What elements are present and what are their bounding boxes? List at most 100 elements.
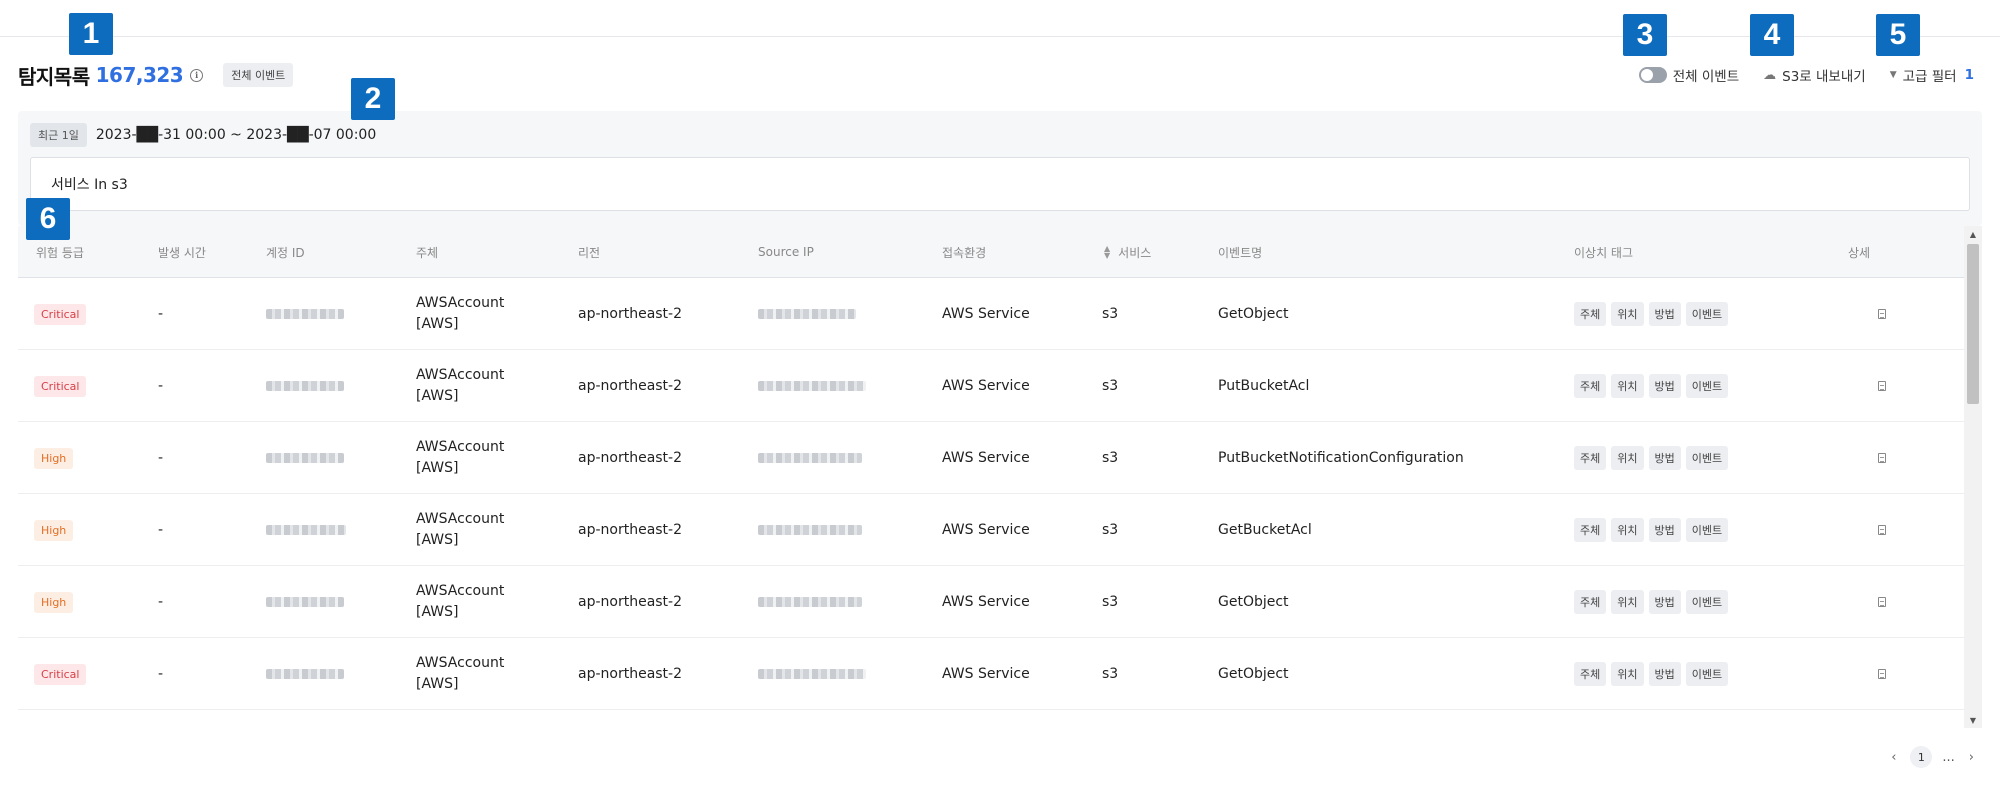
info-icon[interactable]: i	[190, 68, 204, 82]
document-icon[interactable]	[1878, 525, 1886, 535]
account-id-redacted	[266, 597, 344, 607]
table-row[interactable]: High - AWSAccount [AWS] ap-northeast-2 AWS Se…	[18, 566, 1964, 638]
table-row[interactable]: Critical - AWSAccount [AWS] ap-northeast-2 AW…	[18, 350, 1964, 422]
region: ap-northeast-2	[578, 306, 683, 322]
toggle-switch[interactable]	[1638, 67, 1667, 83]
col-account-id[interactable]: 계정 ID	[266, 226, 305, 278]
anomaly-tag[interactable]: 위치	[1611, 374, 1644, 398]
all-events-toggle-label: 전체 이벤트	[1672, 69, 1740, 85]
event-name[interactable]: GetObject	[1218, 638, 1289, 710]
region: ap-northeast-2	[578, 666, 683, 682]
source-ip-redacted	[758, 525, 862, 535]
anomaly-tags: 주체 위치 방법 이벤트	[1574, 350, 1729, 422]
table-row[interactable]: Critical - AWSAccount [AWS] ap-northeast-2 AW…	[18, 278, 1964, 350]
anomaly-tag[interactable]: 주체	[1574, 662, 1607, 686]
callout-6: 6	[26, 198, 70, 240]
document-icon[interactable]	[1878, 381, 1886, 391]
anomaly-tag[interactable]: 이벤트	[1685, 590, 1729, 614]
sort-icon[interactable]: ▲ ▼	[1104, 245, 1110, 260]
subject-name: AWSAccount	[416, 583, 505, 599]
advanced-filter-button[interactable]: ▼ 고급 필터 1	[1890, 65, 1974, 85]
all-events-toggle[interactable]: 전체 이벤트	[1638, 65, 1740, 85]
anomaly-tag[interactable]: 이벤트	[1685, 662, 1729, 686]
document-icon[interactable]	[1878, 309, 1886, 319]
service: s3	[1102, 450, 1119, 466]
anomaly-tag[interactable]: 위치	[1611, 446, 1644, 470]
anomaly-tag[interactable]: 방법	[1648, 662, 1681, 686]
scroll-thumb[interactable]	[1967, 244, 1979, 404]
subject-cell: AWSAccount [AWS]	[416, 350, 504, 422]
scroll-up-icon[interactable]: ▲	[1964, 226, 1982, 242]
event-name[interactable]: PutBucketNotificationConfiguration	[1218, 422, 1464, 494]
col-source-ip[interactable]: Source IP	[758, 226, 814, 278]
date-range[interactable]: 최근 1일 2023-██-31 00:00 ~ 2023-██-07 00:0…	[30, 123, 376, 147]
subject-name: AWSAccount	[416, 367, 505, 383]
account-id-redacted	[266, 381, 344, 391]
col-service: 서비스	[1118, 245, 1152, 260]
prev-page-icon[interactable]: ‹	[1887, 750, 1900, 765]
export-s3-button[interactable]: ☁ S3로 내보내기	[1763, 65, 1866, 86]
event-name[interactable]: GetObject	[1218, 566, 1289, 638]
page-1[interactable]: 1	[1910, 746, 1933, 768]
anomaly-tag[interactable]: 방법	[1648, 374, 1681, 398]
anomaly-tag[interactable]: 이벤트	[1685, 518, 1729, 542]
table-row[interactable]: High - AWSAccount [AWS] ap-northeast-2 AWS Se…	[18, 494, 1964, 566]
col-time[interactable]: 발생 시간	[158, 226, 206, 278]
col-service-sort[interactable]: ▲ ▼ 서비스	[1104, 226, 1151, 278]
filter-panel: 최근 1일 2023-██-31 00:00 ~ 2023-██-07 00:0…	[18, 111, 1982, 226]
col-environment[interactable]: 접속환경	[942, 226, 986, 278]
anomaly-tag[interactable]: 주체	[1574, 518, 1607, 542]
table-row[interactable]: Critical - AWSAccount [AWS] ap-northeast-2 AW…	[18, 638, 1964, 710]
anomaly-tag[interactable]: 방법	[1648, 590, 1681, 614]
source-ip-redacted	[758, 597, 862, 607]
col-region[interactable]: 리전	[578, 226, 600, 278]
anomaly-tag[interactable]: 방법	[1648, 302, 1681, 326]
event-name[interactable]: GetObject	[1218, 278, 1289, 350]
region: ap-northeast-2	[578, 522, 683, 538]
col-detail[interactable]: 상세	[1848, 226, 1870, 278]
document-icon[interactable]	[1878, 453, 1886, 463]
anomaly-tag[interactable]: 주체	[1574, 590, 1607, 614]
query-input[interactable]: 서비스 In s3	[30, 157, 1970, 211]
anomaly-tag[interactable]: 위치	[1611, 518, 1644, 542]
anomaly-tag[interactable]: 위치	[1611, 302, 1644, 326]
service: s3	[1102, 522, 1119, 538]
source-ip-redacted	[758, 309, 856, 319]
range-chip[interactable]: 최근 1일	[30, 123, 87, 147]
anomaly-tag[interactable]: 주체	[1574, 302, 1607, 326]
anomaly-tag[interactable]: 주체	[1574, 374, 1607, 398]
export-s3-label: S3로 내보내기	[1782, 69, 1866, 85]
anomaly-tag[interactable]: 이벤트	[1685, 302, 1729, 326]
occurred-time: -	[158, 594, 164, 610]
occurred-time: -	[158, 522, 164, 538]
filter-icon: ▼	[1889, 70, 1897, 80]
environment: AWS Service	[942, 306, 1030, 322]
subject-name: AWSAccount	[416, 655, 505, 671]
environment: AWS Service	[942, 378, 1030, 394]
scroll-down-icon[interactable]: ▼	[1964, 712, 1982, 728]
col-subject[interactable]: 주체	[416, 226, 438, 278]
col-event-name[interactable]: 이벤트명	[1218, 226, 1262, 278]
advanced-filter-label: 고급 필터	[1902, 69, 1957, 85]
event-name[interactable]: GetBucketAcl	[1218, 494, 1312, 566]
service: s3	[1102, 594, 1119, 610]
anomaly-tag[interactable]: 위치	[1611, 590, 1644, 614]
anomaly-tag[interactable]: 위치	[1611, 662, 1644, 686]
anomaly-tag[interactable]: 방법	[1648, 518, 1681, 542]
table-header: 위험 등급 발생 시간 계정 ID 주체 리전 Source IP 접속환경 ▲…	[18, 226, 1964, 278]
anomaly-tags: 주체 위치 방법 이벤트	[1574, 422, 1729, 494]
subject-type: [AWS]	[416, 604, 459, 620]
anomaly-tag[interactable]: 이벤트	[1685, 446, 1729, 470]
col-anomaly-tags[interactable]: 이상치 태그	[1574, 226, 1633, 278]
document-icon[interactable]	[1878, 669, 1886, 679]
anomaly-tag[interactable]: 방법	[1648, 446, 1681, 470]
document-icon[interactable]	[1878, 597, 1886, 607]
event-name[interactable]: PutBucketAcl	[1218, 350, 1309, 422]
anomaly-tag[interactable]: 이벤트	[1685, 374, 1729, 398]
next-page-icon[interactable]: ›	[1965, 750, 1978, 765]
subject-type: [AWS]	[416, 388, 459, 404]
table-row[interactable]: High - AWSAccount [AWS] ap-northeast-2 AWS Se…	[18, 422, 1964, 494]
anomaly-tag[interactable]: 주체	[1574, 446, 1607, 470]
service: s3	[1102, 378, 1119, 394]
table-scrollbar[interactable]: ▲ ▼	[1964, 226, 1982, 728]
